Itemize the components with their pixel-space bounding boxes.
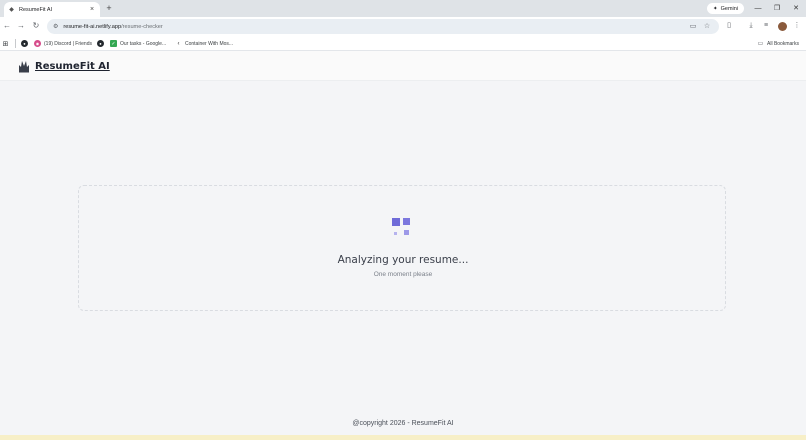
brand-name: ResumeFit AI [35, 60, 110, 72]
profile-avatar[interactable] [778, 22, 787, 31]
tab-title: ResumeFit AI [19, 6, 53, 13]
google-tasks-icon: ✓ [110, 40, 117, 47]
footer-copyright: @copyright 2026 - ResumeFit AI [352, 420, 454, 427]
bookmark-star-icon[interactable]: ☆ [702, 19, 712, 34]
crown-icon [19, 61, 29, 73]
loading-spinner-icon [392, 218, 411, 237]
folder-icon: ▭ [757, 41, 764, 47]
back-button[interactable]: ← [1, 20, 13, 32]
bookmark-leetcode[interactable]: ‹ Container With Mos... [175, 38, 234, 49]
tab-close-icon[interactable]: × [88, 6, 96, 13]
browser-toolbar: ← → ↻ ⚙ resume-fit-ai.netlify.app/resume… [0, 17, 806, 36]
page-content: ResumeFit AI Analyzing your resume... On… [0, 51, 806, 440]
bookmark-discord-label: (19) Discord | Friends [44, 40, 92, 47]
bookmarks-bar: ⊞ ● ◉ (19) Discord | Friends ● ✓ Our tas… [0, 36, 806, 51]
status-subtitle: One moment please [373, 271, 433, 278]
extensions-icon[interactable]: ≡ [760, 20, 772, 32]
site-info-icon[interactable]: ⚙ [53, 23, 58, 30]
all-bookmarks-label: All Bookmarks [767, 40, 799, 47]
all-bookmarks[interactable]: ▭ All Bookmarks [757, 38, 799, 49]
bookmarks-divider [15, 39, 16, 48]
restore-button[interactable]: ❐ [769, 2, 785, 15]
github-icon: ● [97, 40, 104, 47]
apps-grid-icon[interactable]: ⊞ [2, 38, 9, 49]
bookmark-github-2[interactable]: ● [97, 38, 104, 49]
url-host: resume-fit-ai.netlify.app [63, 23, 122, 30]
tab-resumefit[interactable]: ◆ ResumeFit AI × [4, 2, 100, 17]
bottom-notification-strip [0, 435, 806, 440]
site-header: ResumeFit AI [0, 51, 806, 81]
gemini-button[interactable]: ✦ Gemini [707, 3, 745, 14]
site-logo[interactable]: ResumeFit AI [17, 59, 110, 73]
reload-button[interactable]: ↻ [30, 20, 42, 32]
gemini-label: Gemini [720, 5, 739, 12]
download-icon[interactable]: ⤓ [745, 20, 757, 32]
minimize-button[interactable]: — [750, 2, 766, 15]
url-path: /resume-checker [121, 23, 163, 30]
sparkle-icon: ✦ [713, 5, 718, 12]
page-favicon-icon: ◆ [9, 7, 14, 13]
new-tab-button[interactable]: + [104, 3, 114, 14]
bookmark-leetcode-label: Container With Mos... [185, 40, 234, 47]
bookmark-google-tasks-label: Our tasks - Google... [120, 40, 167, 47]
close-window-button[interactable]: ✕ [788, 2, 804, 15]
menu-icon[interactable]: ⋮ [791, 20, 803, 32]
bookmark-google-tasks[interactable]: ✓ Our tasks - Google... [110, 38, 166, 49]
analysis-status-card: Analyzing your resume... One moment plea… [78, 185, 726, 311]
status-title: Analyzing your resume... [337, 254, 469, 266]
address-bar[interactable]: ⚙ resume-fit-ai.netlify.app/resume-check… [47, 19, 719, 34]
github-icon: ● [21, 40, 28, 47]
side-panel-icon[interactable]: ▯ [723, 20, 735, 32]
leetcode-icon: ‹ [177, 40, 180, 47]
browser-tab-strip: ◆ ResumeFit AI × + ✦ Gemini — ❐ ✕ [0, 0, 806, 17]
install-app-icon[interactable]: ▭ [688, 19, 698, 34]
discord-icon: ◉ [34, 40, 41, 47]
forward-button[interactable]: → [15, 20, 27, 32]
bookmark-discord[interactable]: ◉ (19) Discord | Friends [34, 38, 92, 49]
bookmark-github[interactable]: ● [21, 38, 28, 49]
